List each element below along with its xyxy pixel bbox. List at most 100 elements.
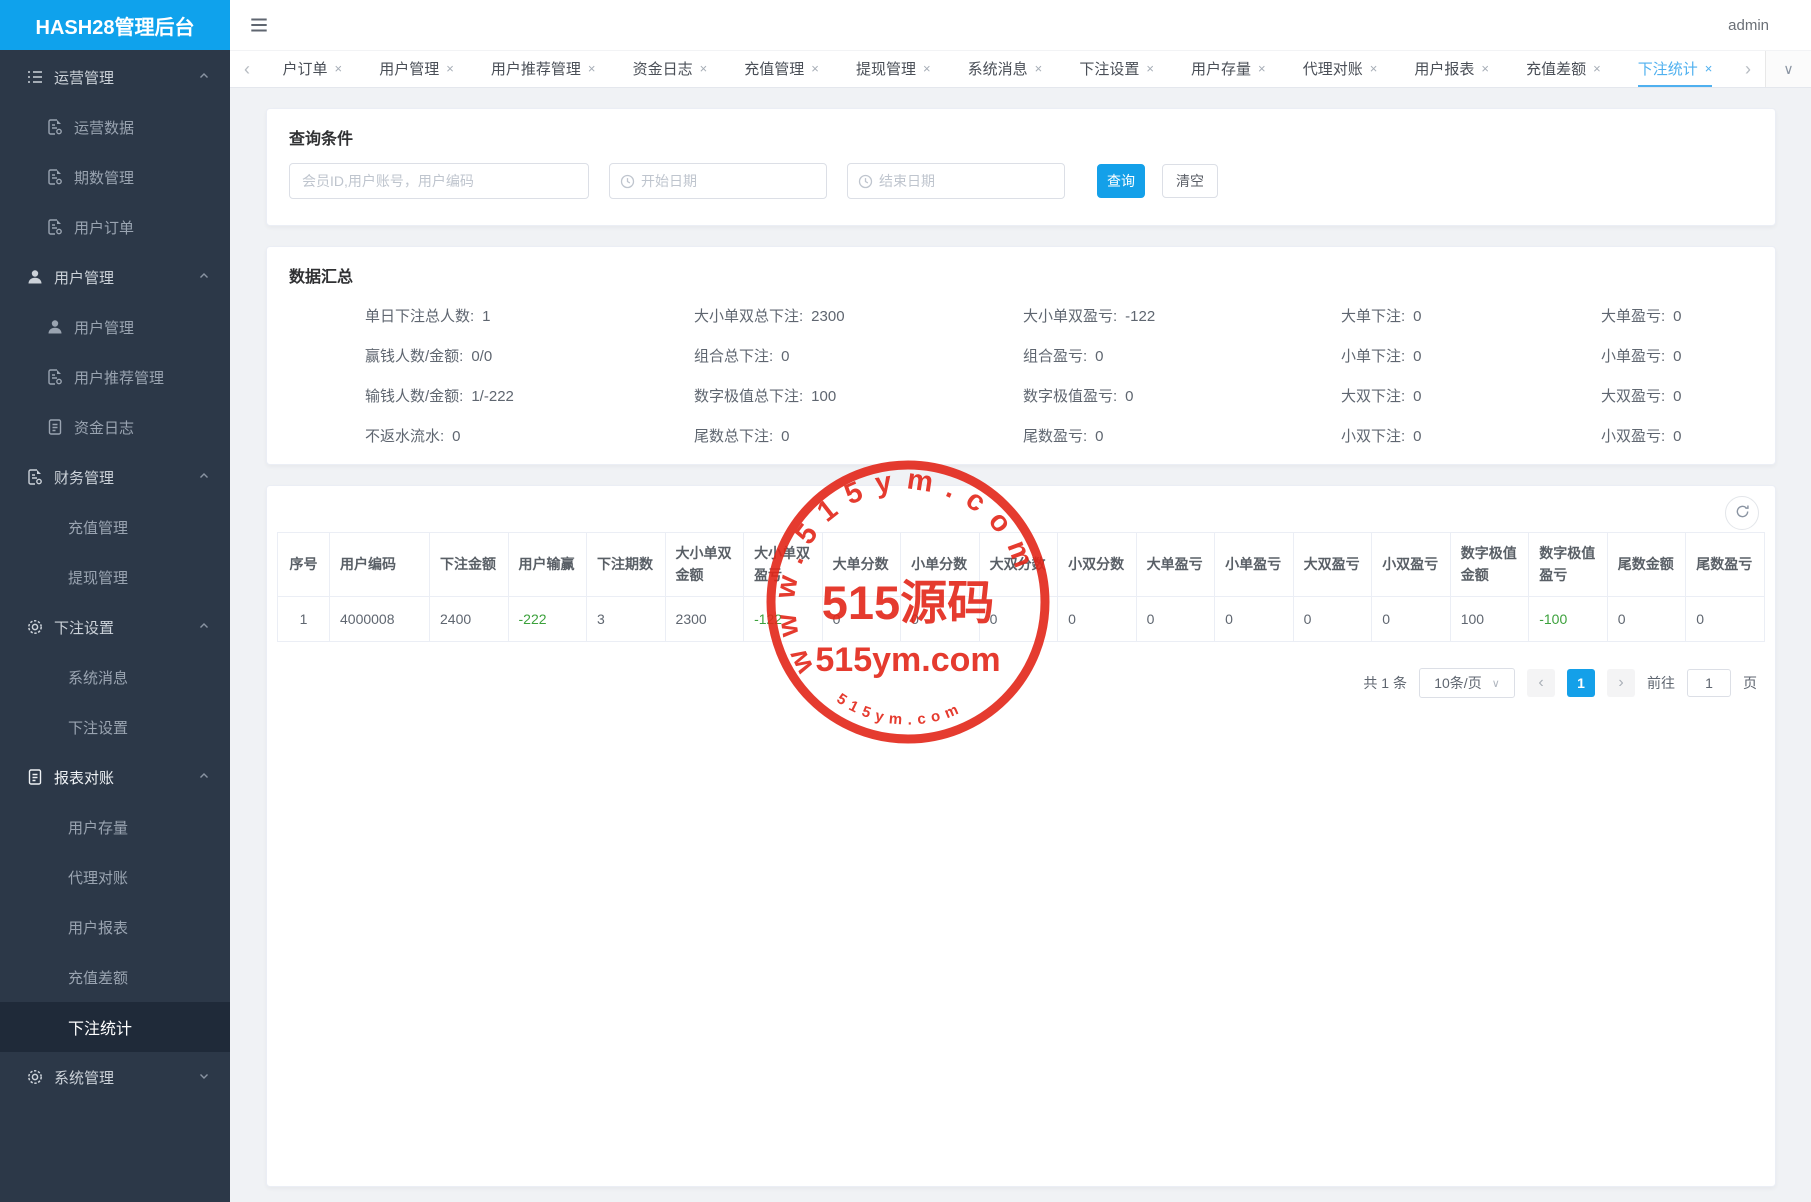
sidebar-item-recharge-mgmt[interactable]: 充值管理 (0, 502, 230, 552)
sidebar-group-reports[interactable]: 报表对账 (0, 752, 230, 802)
chevron-up-icon (198, 269, 210, 286)
sidebar-item-period-mgmt[interactable]: 期数管理 (0, 152, 230, 202)
sidebar-item-bet-settings[interactable]: 下注设置 (0, 702, 230, 752)
tab-user-orders[interactable]: 户订单× (283, 51, 343, 87)
sidebar-item-fund-log[interactable]: 资金日志 (0, 402, 230, 452)
refresh-button[interactable] (1725, 496, 1759, 530)
tab-user-stock[interactable]: 用户存量× (1191, 51, 1266, 87)
summary-grid: 单日下注总人数:1 大小单双总下注:2300 大小单双盈亏:-122 大单下注:… (289, 297, 1753, 457)
page-size-select[interactable]: 10条/页 ∨ (1419, 668, 1515, 698)
pagination: 共 1 条 10条/页 ∨ ‹ 1 › 前往 页 (277, 668, 1765, 698)
close-icon[interactable]: × (1370, 61, 1378, 76)
col-header: 小双分数 (1058, 533, 1137, 597)
tab-bet-stats[interactable]: 下注统计× (1638, 51, 1713, 87)
cell: 0 (1293, 597, 1372, 642)
cell: 0 (1058, 597, 1137, 642)
tab-fund-log[interactable]: 资金日志× (633, 51, 708, 87)
summary-item: 数字极值盈亏:0 (1023, 377, 1341, 417)
sidebar-item-user-report[interactable]: 用户报表 (0, 902, 230, 952)
user-menu[interactable]: admin (1728, 17, 1769, 34)
cell: 0 (901, 597, 980, 642)
sidebar-group-operations[interactable]: 运营管理 (0, 52, 230, 102)
cell: 0 (1136, 597, 1215, 642)
sidebar-item-system-message[interactable]: 系统消息 (0, 652, 230, 702)
doc-gear-icon (26, 468, 44, 486)
col-header: 用户输赢 (508, 533, 587, 597)
close-icon[interactable]: × (446, 61, 454, 76)
current-page-button[interactable]: 1 (1567, 669, 1595, 697)
tabs-scroll-left-icon[interactable]: ‹ (230, 51, 264, 87)
sidebar-item-label: 充值差额 (68, 967, 128, 988)
sidebar-group-bet-settings[interactable]: 下注设置 (0, 602, 230, 652)
chevron-up-icon (198, 619, 210, 636)
col-header: 尾数盈亏 (1686, 533, 1765, 597)
end-date-input[interactable] (879, 164, 1064, 198)
close-icon[interactable]: × (923, 61, 931, 76)
chevron-up-icon (198, 69, 210, 86)
sidebar-item-user-orders[interactable]: 用户订单 (0, 202, 230, 252)
tab-bet-settings[interactable]: 下注设置× (1079, 51, 1154, 87)
sidebar-item-withdraw-mgmt[interactable]: 提现管理 (0, 552, 230, 602)
next-page-button[interactable]: › (1607, 669, 1635, 697)
cell: 100 (1450, 597, 1529, 642)
sidebar-item-user-stock[interactable]: 用户存量 (0, 802, 230, 852)
sidebar-group-users[interactable]: 用户管理 (0, 252, 230, 302)
search-button[interactable]: 查询 (1097, 164, 1145, 198)
member-search-input[interactable] (290, 164, 588, 198)
col-header: 大单盈亏 (1136, 533, 1215, 597)
sidebar-item-label: 用户订单 (74, 217, 134, 238)
list-icon (26, 68, 44, 86)
query-controls: 查询 清空 (289, 163, 1753, 199)
tab-recharge-diff[interactable]: 充值差额× (1526, 51, 1601, 87)
tab-recharge-mgmt[interactable]: 充值管理× (744, 51, 819, 87)
sidebar-item-bet-stats[interactable]: 下注统计 (0, 1002, 230, 1052)
sidebar-item-recharge-diff[interactable]: 充值差额 (0, 952, 230, 1002)
col-header: 小单盈亏 (1215, 533, 1294, 597)
close-icon[interactable]: × (811, 61, 819, 76)
prev-page-button[interactable]: ‹ (1527, 669, 1555, 697)
col-header: 数字极值金额 (1450, 533, 1529, 597)
sidebar-group-label: 报表对账 (54, 767, 114, 788)
cell: -122 (744, 597, 823, 642)
sidebar-item-user-referral[interactable]: 用户推荐管理 (0, 352, 230, 402)
tab-system-message[interactable]: 系统消息× (968, 51, 1043, 87)
close-icon[interactable]: × (1593, 61, 1601, 76)
hamburger-icon[interactable] (248, 14, 270, 36)
sidebar-item-label: 资金日志 (74, 417, 134, 438)
sidebar-group-label: 系统管理 (54, 1067, 114, 1088)
sidebar: HASH28管理后台 运营管理 运营数据 期数管理 用户订单 用户管理 用户管理 (0, 0, 230, 1202)
sidebar-item-label: 用户推荐管理 (74, 367, 164, 388)
sidebar-group-finance[interactable]: 财务管理 (0, 452, 230, 502)
tabs-dropdown-icon[interactable]: ∨ (1765, 51, 1811, 87)
close-icon[interactable]: × (1035, 61, 1043, 76)
close-icon[interactable]: × (1481, 61, 1489, 76)
tab-agent-reconcile[interactable]: 代理对账× (1303, 51, 1378, 87)
tab-user-report[interactable]: 用户报表× (1414, 51, 1489, 87)
clear-button[interactable]: 清空 (1162, 164, 1218, 198)
clock-icon (858, 174, 873, 189)
start-date-input[interactable] (641, 164, 826, 198)
tab-withdraw-mgmt[interactable]: 提现管理× (856, 51, 931, 87)
close-icon[interactable]: × (700, 61, 708, 76)
sidebar-item-label: 期数管理 (74, 167, 134, 188)
goto-page-input[interactable] (1687, 669, 1731, 697)
close-icon[interactable]: × (335, 61, 343, 76)
doc-icon (26, 768, 44, 786)
tab-user-mgmt[interactable]: 用户管理× (379, 51, 454, 87)
sidebar-item-agent-reconcile[interactable]: 代理对账 (0, 852, 230, 902)
cell: 0 (979, 597, 1058, 642)
close-icon[interactable]: × (1705, 61, 1713, 76)
sidebar-group-system[interactable]: 系统管理 (0, 1052, 230, 1102)
tabs-scroll-right-icon[interactable]: › (1731, 51, 1765, 87)
summary-item: 小单盈亏:0 (1601, 337, 1753, 377)
close-icon[interactable]: × (1258, 61, 1266, 76)
sidebar-item-operation-data[interactable]: 运营数据 (0, 102, 230, 152)
sidebar-item-label: 系统消息 (68, 667, 128, 688)
cell: 0 (1215, 597, 1294, 642)
sidebar-item-label: 用户管理 (74, 317, 134, 338)
sidebar-menu: 运营管理 运营数据 期数管理 用户订单 用户管理 用户管理 用户推荐管理 (0, 50, 230, 1102)
sidebar-item-user-mgmt[interactable]: 用户管理 (0, 302, 230, 352)
close-icon[interactable]: × (1146, 61, 1154, 76)
tab-user-referral[interactable]: 用户推荐管理× (491, 51, 596, 87)
close-icon[interactable]: × (588, 61, 596, 76)
